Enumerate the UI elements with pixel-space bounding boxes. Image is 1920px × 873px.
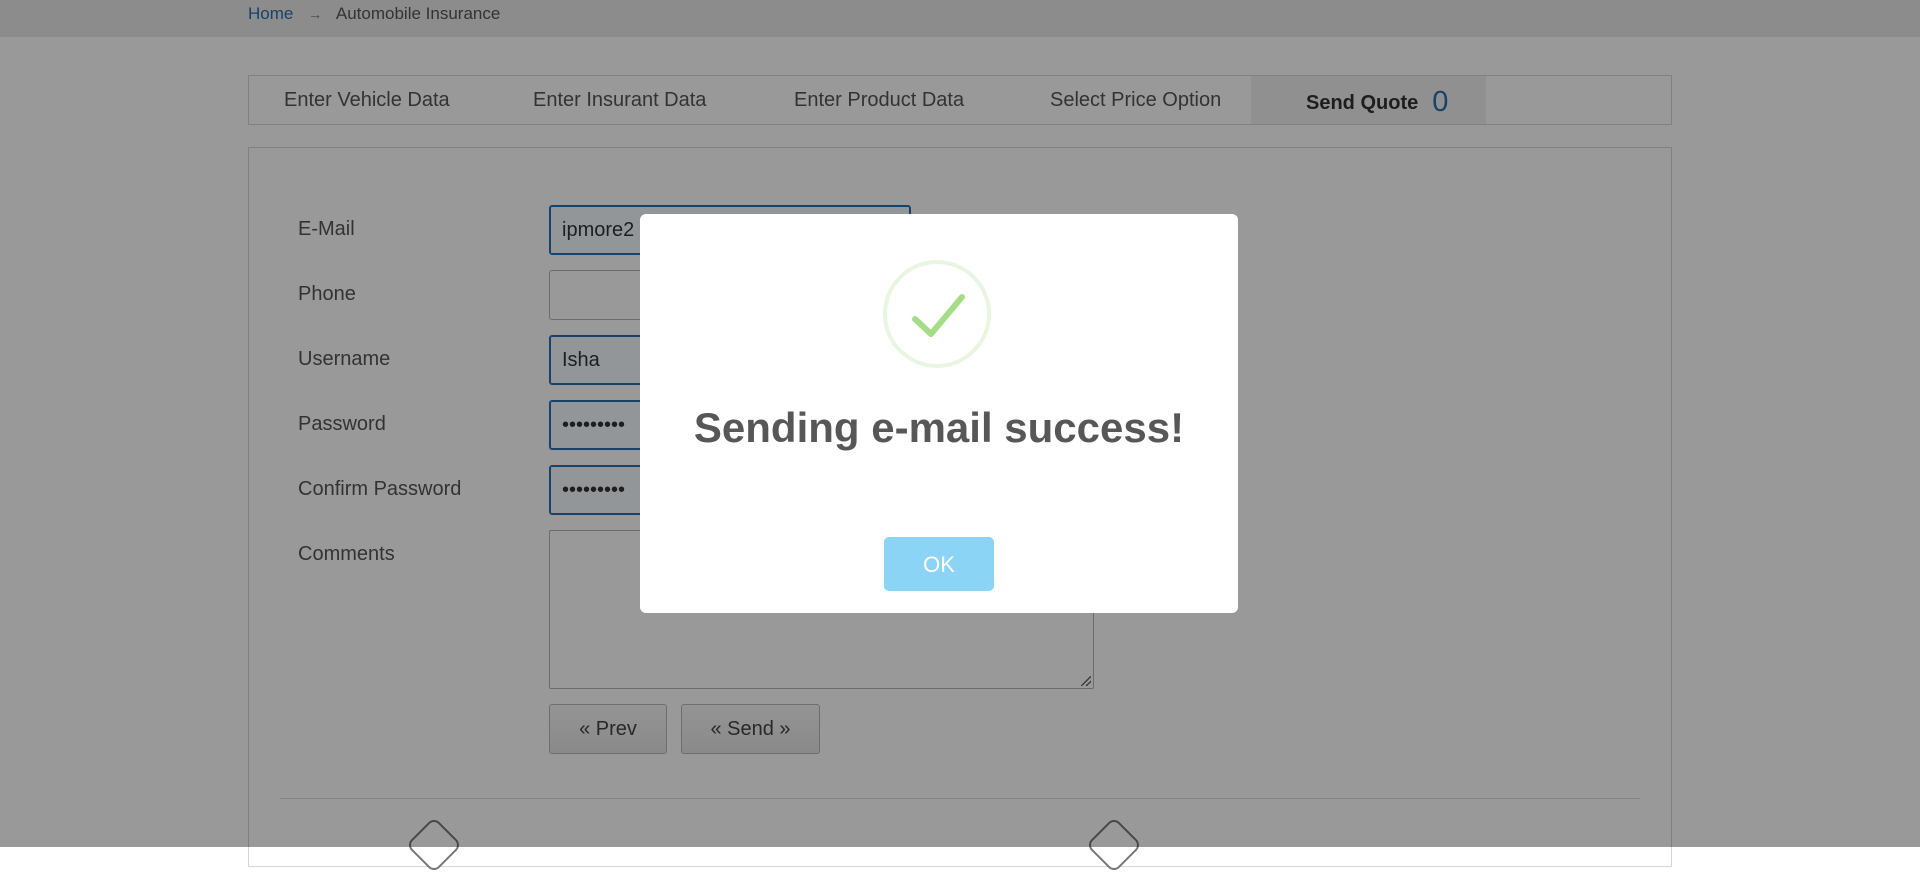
checkmark-svg	[912, 294, 965, 337]
success-dialog: Sending e-mail success! OK	[640, 214, 1238, 613]
dialog-title: Sending e-mail success!	[693, 404, 1185, 451]
ok-button[interactable]: OK	[884, 537, 994, 591]
checkmark-icon	[883, 260, 991, 368]
